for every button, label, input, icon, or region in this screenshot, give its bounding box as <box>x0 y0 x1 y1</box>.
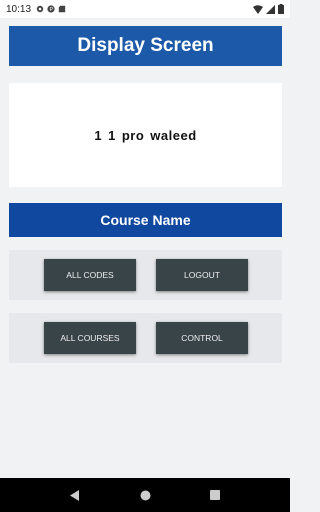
display-card: 1 1 pro waleed <box>9 83 282 187</box>
all-courses-button[interactable]: ALL COURSES <box>44 322 136 354</box>
course-name-label: Course Name <box>9 203 282 237</box>
status-time: 10:13 <box>6 3 32 15</box>
status-icons <box>253 4 284 14</box>
sd-card-icon <box>58 5 66 13</box>
back-icon[interactable] <box>65 485 85 505</box>
logout-button[interactable]: LOGOUT <box>156 259 248 291</box>
navigation-bar <box>0 478 290 512</box>
gear-icon <box>36 5 44 13</box>
button-row-2: ALL COURSES CONTROL <box>9 313 282 363</box>
display-value-4: waleed <box>150 127 197 143</box>
svg-text:P: P <box>50 7 54 13</box>
p-icon: P <box>47 5 55 13</box>
page-title: Display Screen <box>9 26 282 66</box>
display-value-1: 1 <box>94 127 103 143</box>
status-bar: 10:13 P <box>0 0 290 18</box>
wifi-icon <box>253 4 263 14</box>
recents-icon[interactable] <box>205 485 225 505</box>
all-codes-button[interactable]: ALL CODES <box>44 259 136 291</box>
button-row-1: ALL CODES LOGOUT <box>9 250 282 300</box>
control-button[interactable]: CONTROL <box>156 322 248 354</box>
display-value-3: pro <box>121 127 145 143</box>
home-icon[interactable] <box>135 485 155 505</box>
signal-icon <box>266 4 275 14</box>
battery-icon <box>278 4 284 14</box>
display-value-2: 1 <box>108 127 116 143</box>
